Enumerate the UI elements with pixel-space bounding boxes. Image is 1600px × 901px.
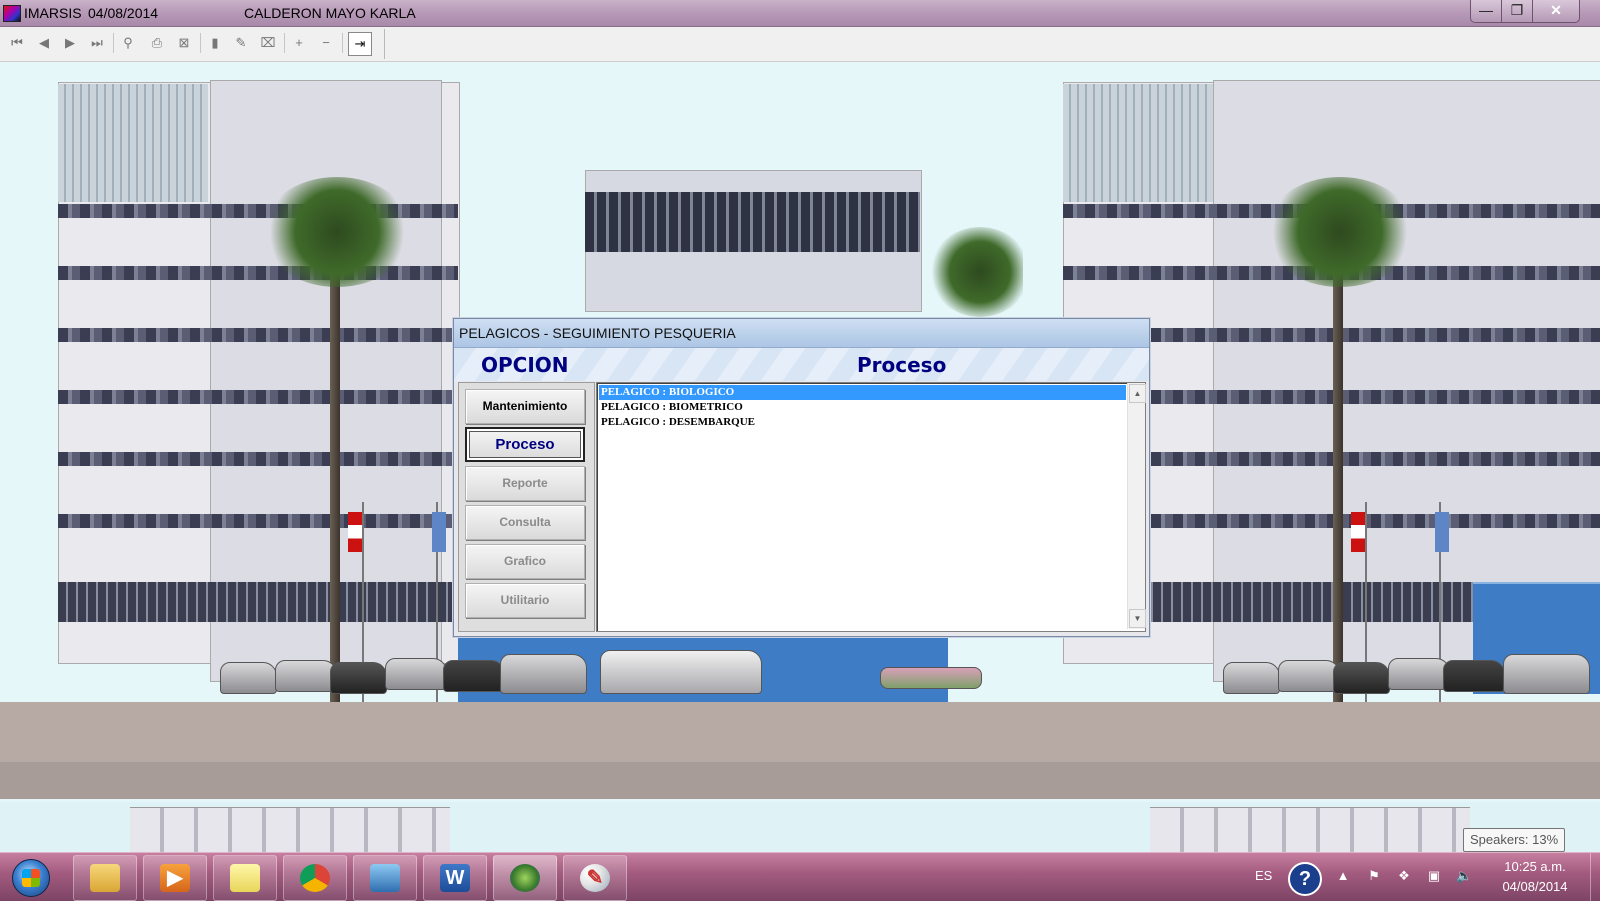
add-icon[interactable]: + [288,32,310,54]
list-scrollbar[interactable]: ▲ ▼ [1127,383,1146,629]
consulta-button[interactable]: Consulta [465,505,585,540]
taskbar: ▶ W ✎ ES ? ▲ ⚑ ❖ ▣ 🔈 10:25 a.m. 04/08/20… [0,852,1600,901]
pelagicos-dialog: PELAGICOS - SEGUIMIENTO PESQUERIA OPCION… [453,318,1150,637]
list-item[interactable]: PELAGICO : BIOLOGICO [599,385,1126,400]
preview-icon[interactable]: ⊠ [173,32,195,54]
next-record-icon[interactable]: ▶ [59,32,81,54]
taskbar-media-player[interactable]: ▶ [143,855,207,901]
show-desktop-button[interactable] [1590,853,1600,901]
toolbar-separator [113,33,114,53]
proceso-button[interactable]: Proceso [465,427,585,462]
process-list[interactable]: PELAGICO : BIOLOGICO PELAGICO : BIOMETRI… [596,382,1146,632]
window-title-user: CALDERON MAYO KARLA [244,5,416,21]
toolbar-separator [342,33,343,53]
speaker-icon[interactable]: 🔈 [1456,868,1472,884]
scroll-down-icon[interactable]: ▼ [1129,609,1146,628]
previous-record-icon[interactable]: ◀ [33,32,55,54]
remove-icon[interactable]: − [315,32,337,54]
record-toolbar: ⏮ ◀ ▶ ⏭ ⚲ ⎙ ⊠ ▮ ✎ ⌧ + − ⇥ [0,27,1600,62]
paint-icon: ✎ [580,864,610,892]
new-icon[interactable]: ▮ [204,32,226,54]
toolbar-separator [200,33,201,53]
dialog-title: PELAGICOS - SEGUIMIENTO PESQUERIA [459,325,736,341]
sticky-notes-icon [230,864,260,892]
taskbar-paint[interactable]: ✎ [563,855,627,901]
utilitario-button[interactable]: Utilitario [465,583,585,618]
language-indicator[interactable]: ES [1255,868,1272,883]
reporte-button[interactable]: Reporte [465,466,585,501]
taskbar-explorer[interactable] [73,855,137,901]
window-title-app: IMARSIS [24,5,82,21]
toolbar-separator [284,33,285,53]
window-title-bar: IMARSIS 04/08/2014 CALDERON MAYO KARLA —… [0,0,1600,27]
taskbar-chrome[interactable] [283,855,347,901]
imarsis-app-icon[interactable] [3,5,21,22]
word-icon: W [440,864,470,892]
find-icon[interactable]: ⚲ [117,32,139,54]
window-title-date: 04/08/2014 [88,5,159,21]
taskbar-sticky-notes[interactable] [213,855,277,901]
scroll-up-icon[interactable]: ▲ [1129,384,1146,403]
mantenimiento-button[interactable]: Mantenimiento [465,389,585,424]
options-heading: OPCION [481,353,569,377]
grafico-button[interactable]: Grafico [465,544,585,579]
dropbox-icon[interactable]: ❖ [1396,868,1412,884]
taskbar-word[interactable]: W [423,855,487,901]
toolbar-end [384,29,385,59]
dialog-header: OPCION Proceso [454,348,1149,381]
dialog-title-bar[interactable]: PELAGICOS - SEGUIMIENTO PESQUERIA [454,319,1149,348]
windows-logo-icon [22,869,40,887]
clock-date[interactable]: 04/08/2014 [1496,879,1574,894]
list-item[interactable]: PELAGICO : BIOMETRICO [599,400,1126,415]
taskbar-photo-viewer[interactable] [353,855,417,901]
edit-icon[interactable]: ✎ [230,32,252,54]
section-heading: Proceso [857,353,947,377]
media-player-icon: ▶ [160,864,190,892]
photo-viewer-icon [370,864,400,892]
clock-time[interactable]: 10:25 a.m. [1500,859,1570,874]
start-button[interactable] [12,859,50,897]
minimize-button[interactable]: — [1470,0,1502,23]
chrome-icon [300,864,330,892]
imarsis-icon [510,864,540,892]
exit-icon[interactable]: ⇥ [348,32,372,56]
maximize-button[interactable]: ❐ [1501,0,1533,23]
print-icon[interactable]: ⎙ [146,32,168,54]
file-explorer-icon [90,864,120,892]
list-item[interactable]: PELAGICO : DESEMBARQUE [599,415,1126,430]
first-record-icon[interactable]: ⏮ [6,32,28,54]
help-icon[interactable]: ? [1288,862,1322,896]
options-menu: Mantenimiento Proceso Reporte Consulta G… [458,382,595,632]
taskbar-imarsis[interactable] [493,855,557,901]
delete-icon[interactable]: ⌧ [257,32,279,54]
network-icon[interactable]: ▣ [1426,868,1442,884]
volume-tooltip: Speakers: 13% [1463,828,1566,852]
last-record-icon[interactable]: ⏭ [86,32,108,54]
action-center-flag-icon[interactable]: ⚑ [1366,868,1382,884]
close-button[interactable]: ✕ [1532,0,1580,23]
show-hidden-icons-icon[interactable]: ▲ [1335,868,1351,884]
